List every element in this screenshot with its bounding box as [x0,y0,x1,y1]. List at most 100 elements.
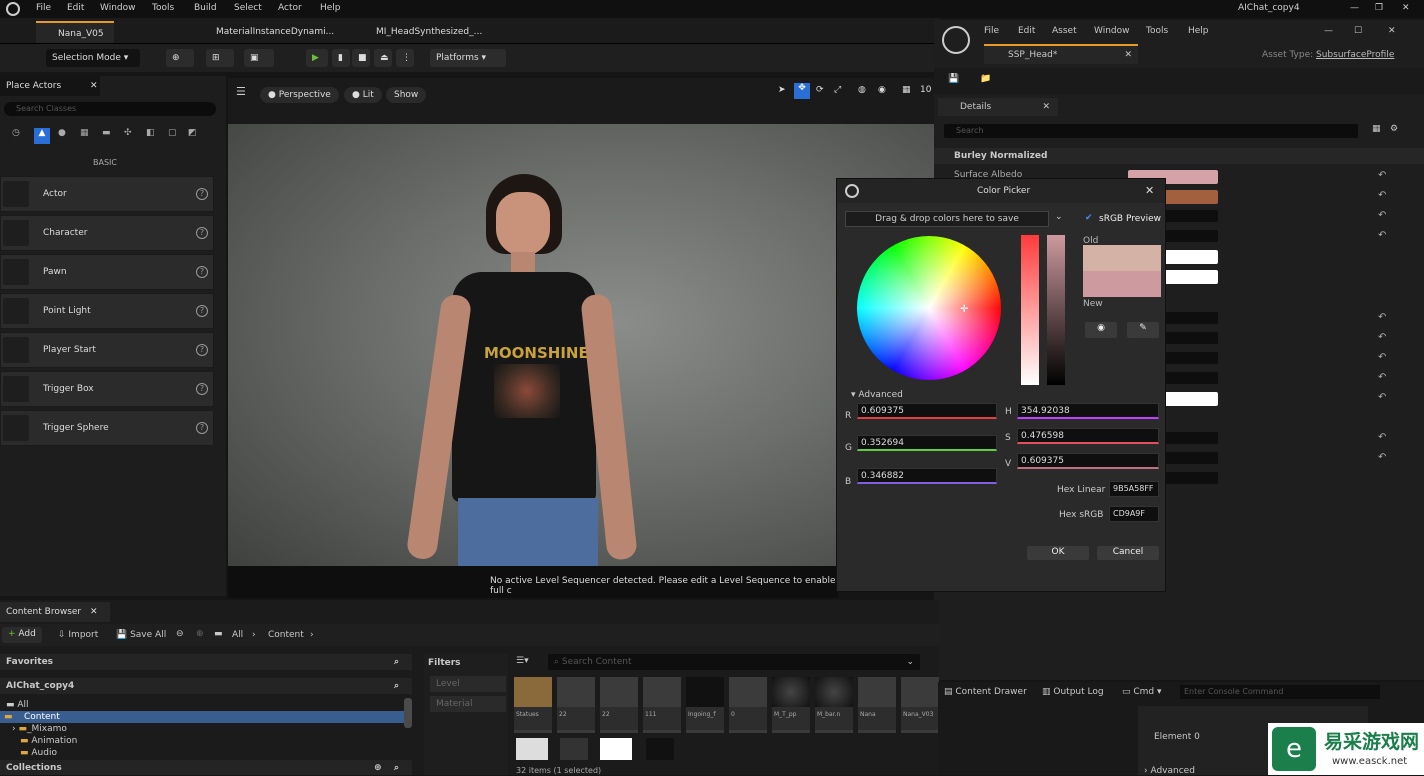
chevron-down-icon[interactable]: ⌄ [906,657,914,667]
reset-arrow-icon[interactable]: ↶ [1378,332,1386,343]
menu-help[interactable]: Help [320,3,341,13]
blueprint-icon[interactable]: ⊞ [206,49,234,67]
eyedropper-icon[interactable]: ✎ [1127,322,1159,338]
more-icon[interactable]: ⋮ [396,49,414,67]
step-icon[interactable]: ▮ [332,49,350,67]
reset-arrow-icon[interactable]: ↶ [1378,170,1386,181]
close-tab-icon[interactable]: ✕ [1124,50,1132,60]
hue-slider[interactable]: 354.92038 [1017,403,1159,419]
menu-tools[interactable]: Tools [152,3,174,13]
translate-tool-icon[interactable]: ✥ [794,83,810,99]
asset-thumbnail-row2[interactable] [560,738,588,760]
value-slider[interactable]: 0.609375 [1017,453,1159,469]
actor-item-trigger-sphere[interactable]: Trigger Sphere? [0,410,214,446]
add-content-icon[interactable]: ⊕ [166,49,194,67]
play-icon[interactable]: ▶ [306,49,328,67]
history-back-icon[interactable]: ⊖ [176,629,184,639]
browse-icon[interactable]: 📁 [980,74,991,84]
ok-button[interactable]: OK [1027,546,1089,560]
tree-item-content-selected[interactable]: ▬ Content [0,711,404,723]
console-command-input[interactable]: Enter Console Command [1180,685,1380,699]
red-channel-slider[interactable]: 0.609375 [857,403,997,419]
filter-dropdown-icon[interactable]: ☰▾ [516,656,529,666]
lights-icon[interactable]: ● [58,128,66,138]
collections-header[interactable]: Collections ⊕ ⌕ [0,760,412,775]
content-drawer-button[interactable]: ▤ Content Drawer [944,687,1027,697]
menu-window[interactable]: Window [100,3,136,13]
close-tab-icon[interactable]: ✕ [90,81,98,91]
grid-snap-value[interactable]: 10 [920,85,931,95]
grid-snap-icon[interactable]: ▦ [902,85,911,95]
tree-item-all[interactable]: ▬ All [6,700,29,710]
rotate-tool-icon[interactable]: ⟳ [816,85,824,95]
asset-menu-tools[interactable]: Tools [1146,26,1168,36]
settings-icon[interactable]: ⚙ [1390,124,1398,134]
import-button[interactable]: ⇩ Import [58,630,98,640]
reset-arrow-icon[interactable]: ↶ [1378,392,1386,403]
menu-select[interactable]: Select [234,3,262,13]
surface-snapping-icon[interactable]: ◉ [878,85,886,95]
show-button[interactable]: Show [386,87,427,103]
shapes-icon[interactable]: ▦ [80,128,89,138]
content-browser-tab[interactable]: Content Browser ✕ [0,602,110,622]
platforms-dropdown[interactable]: Platforms ▾ [430,49,506,67]
cinematic-icon[interactable]: ▬ [102,128,111,138]
breadcrumb-all[interactable]: All [232,630,243,640]
filter-level[interactable]: Level [430,676,506,692]
tab-mi-head[interactable]: MI_HeadSynthesized_... [354,21,492,43]
asset-type-link[interactable]: SubsurfaceProfile [1316,50,1394,60]
close-tab-icon[interactable]: ✕ [1042,102,1050,112]
asset-thumbnail[interactable]: Statues [514,677,552,733]
help-icon[interactable]: ? [196,188,208,200]
srgb-preview-checkbox[interactable]: ✔ [1085,213,1093,223]
close-icon[interactable]: ✕ [1388,26,1396,36]
maximize-icon[interactable]: ❐ [1375,3,1383,13]
hamburger-menu-icon[interactable]: ☰ [236,85,246,98]
tab-ssp-head[interactable]: SSP_Head* ✕ [984,44,1138,64]
actor-item-pawn[interactable]: Pawn? [0,254,214,290]
value-vertical-slider[interactable] [1047,235,1065,385]
actor-item-character[interactable]: Character? [0,215,214,251]
asset-thumbnail[interactable]: 22 [557,677,595,733]
tree-item-animation[interactable]: ▬ Animation [20,736,77,746]
chevron-down-icon[interactable]: ⌄ [1055,212,1063,222]
select-tool-icon[interactable]: ➤ [778,85,786,95]
color-wheel[interactable] [857,236,1001,380]
help-icon[interactable]: ? [196,344,208,356]
actor-item-player-start[interactable]: Player Start? [0,332,214,368]
stop-icon[interactable]: ■ [352,49,370,67]
breadcrumb-content[interactable]: Content [268,630,304,640]
basic-category-icon[interactable]: ▲ [34,128,50,144]
menu-actor[interactable]: Actor [278,3,302,13]
add-collection-icon[interactable]: ⊕ [374,763,382,773]
asset-menu-file[interactable]: File [984,26,999,36]
minimize-icon[interactable]: — [1324,26,1333,36]
saturation-vertical-slider[interactable] [1021,235,1039,385]
lit-button[interactable]: ● Lit [344,87,382,103]
help-icon[interactable]: ? [196,227,208,239]
hex-linear-input[interactable]: 9B5A58FF [1109,481,1159,497]
eject-icon[interactable]: ⏏ [374,49,392,67]
burley-normalized-section[interactable]: Burley Normalized [934,148,1424,164]
blue-channel-slider[interactable]: 0.346882 [857,468,997,484]
search-icon[interactable]: ⌕ [394,763,399,773]
search-content-input[interactable]: ⌕ Search Content ⌄ [548,654,920,670]
save-icon[interactable]: 💾 [948,74,959,84]
details-search-input[interactable]: Search [944,124,1358,138]
tree-item-mixamo[interactable]: › ▬_Mixamo [12,724,67,734]
selection-mode-dropdown[interactable]: Selection Mode ▾ [46,49,140,67]
asset-thumbnail[interactable]: Nana_V03 [901,677,939,733]
project-header[interactable]: AIChat_copy4 ⌕ [0,678,412,694]
output-log-button[interactable]: ▥ Output Log [1042,687,1104,697]
asset-thumbnail-row2[interactable] [646,738,674,760]
recent-icon[interactable]: ◷ [12,128,20,138]
tab-level[interactable]: Nana_V05 [36,21,114,43]
world-local-icon[interactable]: ◍ [858,85,866,95]
asset-thumbnail[interactable]: 0 [729,677,767,733]
hex-srgb-input[interactable]: CD9A9F [1109,506,1159,522]
tree-item-audio[interactable]: ▬ Audio [20,748,57,756]
reset-arrow-icon[interactable]: ↶ [1378,432,1386,443]
scale-tool-icon[interactable]: ⤢ [834,85,841,95]
reset-arrow-icon[interactable]: ↶ [1378,190,1386,201]
cinematics-icon[interactable]: ▣ [244,49,274,67]
